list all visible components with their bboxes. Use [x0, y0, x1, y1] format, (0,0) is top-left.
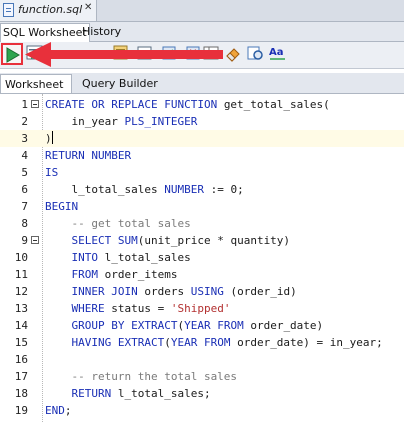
code-editor[interactable]: 1 CREATE OR REPLACE FUNCTION get_total_sa… — [0, 94, 404, 422]
line-number: 15 — [14, 336, 28, 349]
editor-tab-strip: Worksheet Query Builder — [0, 73, 404, 94]
code-line[interactable]: 4 RETURN NUMBER — [0, 147, 404, 164]
code-line[interactable]: 7 BEGIN — [0, 198, 404, 215]
fold-toggle-icon[interactable] — [31, 236, 39, 244]
line-number: 7 — [21, 200, 28, 213]
line-number: 18 — [14, 387, 28, 400]
annotation-arrow — [25, 42, 223, 67]
code-line[interactable]: 18 RETURN l_total_sales; — [0, 385, 404, 402]
code-text: ) — [45, 131, 53, 145]
code-line[interactable]: 12 INNER JOIN orders USING (order_id) — [0, 283, 404, 300]
code-line[interactable]: 14 GROUP BY EXTRACT(YEAR FROM order_date… — [0, 317, 404, 334]
line-number: 3 — [21, 132, 28, 145]
code-text: WHERE status = 'Shipped' — [71, 302, 231, 315]
tab-worksheet[interactable]: Worksheet — [0, 74, 72, 93]
code-line[interactable]: 13 WHERE status = 'Shipped' — [0, 300, 404, 317]
tab-history[interactable]: History — [80, 23, 123, 41]
code-text: INNER JOIN orders USING (order_id) — [71, 285, 297, 298]
line-number: 4 — [21, 149, 28, 162]
line-number: 8 — [21, 217, 28, 230]
code-line[interactable]: 10 INTO l_total_sales — [0, 249, 404, 266]
code-text: END; — [45, 404, 72, 417]
file-tab-strip: function.sql ✕ — [0, 0, 404, 22]
line-number: 2 — [21, 115, 28, 128]
code-text: RETURN NUMBER — [45, 149, 132, 162]
code-text: -- return the total sales — [45, 370, 238, 383]
line-number: 16 — [14, 353, 28, 366]
code-line[interactable]: 2 in_year PLS_INTEGER — [0, 113, 404, 130]
line-number: 17 — [14, 370, 28, 383]
clear-button[interactable] — [224, 44, 244, 64]
sql-tuning-icon — [247, 46, 263, 60]
sql-file-icon — [3, 3, 14, 17]
code-line[interactable]: 1 CREATE OR REPLACE FUNCTION get_total_sa… — [0, 96, 404, 113]
code-text: in_year PLS_INTEGER — [45, 115, 198, 128]
fold-toggle-icon[interactable] — [31, 100, 39, 108]
file-tab-title: function.sql — [18, 3, 83, 16]
code-text: CREATE OR REPLACE FUNCTION get_total_sal… — [45, 98, 330, 111]
code-line[interactable]: 16 — [0, 351, 404, 368]
code-line[interactable]: 5 IS — [0, 164, 404, 181]
tab-query-builder[interactable]: Query Builder — [78, 74, 162, 93]
format-button[interactable]: Aa — [268, 44, 288, 64]
line-number: 13 — [14, 302, 28, 315]
format-text-icon: Aa — [269, 47, 285, 60]
line-number: 1 — [21, 98, 28, 111]
line-number: 14 — [14, 319, 28, 332]
sql-tuning-button[interactable] — [246, 44, 266, 64]
line-number: 10 — [14, 251, 28, 264]
code-line[interactable]: 15 HAVING EXTRACT(YEAR FROM order_date) … — [0, 334, 404, 351]
line-number: 9 — [21, 234, 28, 247]
run-statement-button[interactable] — [1, 43, 23, 65]
code-line[interactable]: 19 END; — [0, 402, 404, 419]
code-line[interactable]: 11 FROM order_items — [0, 266, 404, 283]
run-statement-icon — [6, 47, 20, 63]
code-text: -- get total sales — [45, 217, 191, 230]
code-text: IS — [45, 166, 59, 179]
tab-sql-worksheet[interactable]: SQL Worksheet — [0, 23, 90, 42]
worksheet-subtabs: SQL Worksheet History — [0, 22, 404, 42]
code-text: HAVING EXTRACT(YEAR FROM order_date) = i… — [71, 336, 383, 349]
line-number: 12 — [14, 285, 28, 298]
code-text: GROUP BY EXTRACT(YEAR FROM order_date) — [71, 319, 324, 332]
line-number: 19 — [14, 404, 28, 417]
line-number: 6 — [21, 183, 28, 196]
code-text: RETURN l_total_sales; — [71, 387, 211, 400]
code-line[interactable]: 8 -- get total sales — [0, 215, 404, 232]
code-text: INTO l_total_sales — [71, 251, 191, 264]
svg-text:Aa: Aa — [269, 47, 284, 58]
eraser-icon — [226, 48, 240, 62]
code-line[interactable]: 9 SELECT SUM(unit_price * quantity) — [0, 232, 404, 249]
close-tab-icon[interactable]: ✕ — [84, 3, 94, 13]
code-text: SELECT SUM(unit_price * quantity) — [71, 234, 291, 247]
line-number: 5 — [21, 166, 28, 179]
file-tab[interactable]: function.sql ✕ — [0, 0, 97, 21]
code-line[interactable]: 3) — [0, 130, 404, 147]
code-line[interactable]: 17 -- return the total sales — [0, 368, 404, 385]
code-text: FROM order_items — [71, 268, 178, 281]
code-line[interactable]: 6 l_total_sales NUMBER := 0; — [0, 181, 404, 198]
code-text: BEGIN — [45, 200, 79, 213]
line-number: 11 — [14, 268, 28, 281]
code-text: l_total_sales NUMBER := 0; — [45, 183, 244, 196]
text-caret — [51, 131, 53, 144]
